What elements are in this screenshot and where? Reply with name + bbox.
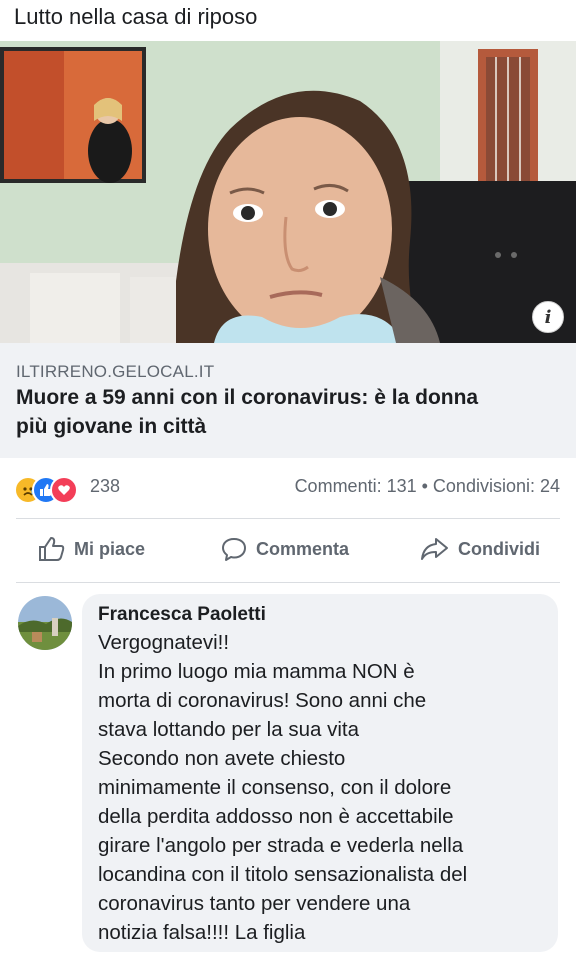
photo-illustration (0, 41, 576, 343)
link-domain: ILTIRRENO.GELOCAL.IT (16, 362, 215, 381)
comment-button[interactable]: Commenta (220, 536, 349, 562)
comment-line: coronavirus tanto per vendere una (98, 892, 411, 915)
link-title-line: più giovane in città (16, 415, 207, 438)
post-actions: Mi piace Commenta Condividi (0, 530, 576, 574)
divider (16, 518, 560, 519)
comment-label: Commenta (256, 538, 350, 559)
comment-text: Vergognatevi!! In primo luogo mia mamma … (98, 628, 550, 947)
comment-line: Vergognatevi!! (98, 631, 230, 654)
reaction-count[interactable]: 238 (90, 476, 120, 497)
comment-author[interactable]: Francesca Paoletti (98, 604, 266, 626)
share-button[interactable]: Condividi (420, 536, 540, 562)
post-stats: 238 Commenti: 131 • Condivisioni: 24 (0, 472, 576, 508)
comment-line: In primo luogo mia mamma NON è (98, 660, 415, 683)
comment-line: minimamente il consenso, con il dolore (98, 776, 452, 799)
post-text: Lutto nella casa di riposo (14, 4, 258, 29)
comment-line: stava lottando per la sua vita (98, 718, 359, 741)
comment-line: girare l'angolo per strada e vederla nel… (98, 834, 464, 857)
reactions-summary[interactable] (14, 476, 88, 504)
comment-line: notizia falsa!!!! La figlia (98, 921, 306, 944)
comment-line: locandina con il titolo sensazionalista … (98, 863, 468, 886)
comment-line: morta di coronavirus! Sono anni che (98, 689, 427, 712)
share-label: Condividi (458, 538, 540, 559)
comment-bubble: Francesca Paoletti Vergognatevi!! In pri… (82, 594, 558, 952)
info-icon[interactable]: i (532, 301, 564, 333)
avatar[interactable] (18, 596, 72, 650)
comments-shares-count[interactable]: Commenti: 131 • Condivisioni: 24 (295, 476, 560, 497)
love-reaction-icon (50, 476, 78, 504)
link-preview[interactable]: ILTIRRENO.GELOCAL.IT Muore a 59 anni con… (0, 343, 576, 458)
divider (16, 582, 560, 583)
thumbs-up-icon (39, 537, 65, 561)
comment-icon (222, 538, 246, 561)
like-button[interactable]: Mi piace (38, 536, 145, 562)
share-icon (421, 538, 448, 560)
link-title-line: Muore a 59 anni con il coronavirus: è la… (16, 386, 479, 409)
like-label: Mi piace (74, 538, 146, 559)
comment-line: Secondo non avete chiesto (98, 747, 346, 770)
comment-line: della perdita addosso non è accettabile (98, 805, 454, 828)
link-title[interactable]: Muore a 59 anni con il coronavirus: è la… (16, 383, 546, 441)
article-photo[interactable]: i (0, 41, 576, 343)
